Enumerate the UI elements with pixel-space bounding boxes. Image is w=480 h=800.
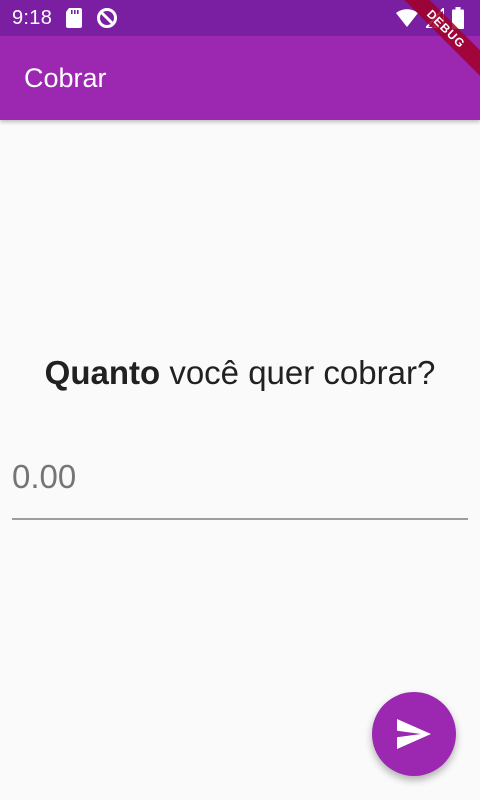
amount-question: Quanto você quer cobrar? (0, 354, 480, 392)
status-right-group (396, 7, 464, 29)
status-bar: 9:18 (0, 0, 480, 36)
question-rest: você quer cobrar? (169, 354, 436, 391)
sd-card-icon (66, 8, 83, 28)
amount-field[interactable] (12, 448, 468, 520)
wifi-icon (396, 9, 418, 27)
amount-input[interactable] (12, 458, 468, 496)
status-time: 9:18 (12, 6, 53, 29)
battery-icon (452, 7, 464, 29)
question-strong: Quanto (44, 354, 161, 391)
page-title: Cobrar (24, 62, 107, 93)
app-bar: Cobrar (0, 36, 480, 120)
data-saver-icon (96, 7, 118, 29)
cellular-signal-icon (426, 8, 444, 28)
status-left-group: 9:18 (12, 7, 118, 30)
send-icon (397, 719, 431, 749)
send-button[interactable] (372, 692, 456, 776)
